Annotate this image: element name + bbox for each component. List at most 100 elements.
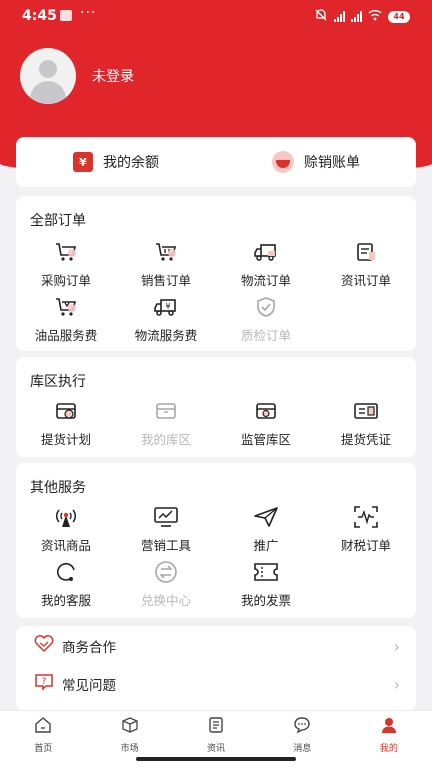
box-clock-icon	[54, 399, 78, 423]
home-indicator[interactable]	[136, 757, 296, 761]
tab-mine[interactable]: 我的	[346, 711, 432, 768]
order-logistics-fee[interactable]: ¥ 物流服务费	[116, 295, 216, 350]
service-news-goods[interactable]: 资讯商品	[16, 505, 116, 560]
service-tax-order[interactable]: 财税订单	[316, 505, 416, 560]
status-bar: 4:45 ··· 44	[0, 0, 432, 32]
doc-icon	[207, 716, 225, 738]
status-time: 4:45	[22, 8, 57, 24]
service-promote[interactable]: 推广	[216, 505, 316, 560]
tab-label: 消息	[293, 744, 312, 754]
profile-header[interactable]: 未登录	[20, 48, 134, 104]
supervised-warehouse-label: 监管库区	[240, 432, 291, 447]
tab-home[interactable]: 首页	[0, 711, 86, 768]
exchange-icon	[154, 560, 178, 584]
list-item-label: 商务合作	[62, 640, 116, 656]
bill-icon	[272, 151, 294, 173]
balance-card: ¥ 我的余额 赊销账单	[16, 137, 416, 187]
orders-title: 全部订单	[30, 213, 86, 229]
cart-icon	[154, 240, 178, 264]
headset-icon	[54, 560, 78, 584]
service-promote-label: 推广	[253, 538, 279, 553]
yen-icon: ¥	[73, 152, 93, 172]
order-quality-check-label: 质检订单	[240, 328, 291, 343]
mute-bell-icon	[314, 8, 328, 25]
shield-check-icon	[255, 295, 277, 319]
svg-text:?: ?	[42, 677, 47, 687]
chevron-right-icon: ›	[393, 674, 400, 694]
tab-label: 资讯	[207, 744, 226, 754]
warehouse-title: 库区执行	[30, 374, 86, 390]
warehouse-card: 库区执行 提货计划 我的库区 监管库区 提货凭证	[16, 357, 416, 457]
service-marketing[interactable]: 营销工具	[116, 505, 216, 560]
order-purchase-label: 采购订单	[40, 273, 91, 288]
my-balance-button[interactable]: ¥ 我的余额	[16, 152, 216, 172]
box-icon	[154, 399, 178, 423]
pickup-plan[interactable]: 提货计划	[16, 399, 116, 454]
order-quality-check[interactable]: 质检订单	[216, 295, 316, 350]
list-item-faq[interactable]: ? 常见问题 ›	[16, 666, 416, 702]
tab-label: 我的	[379, 744, 398, 754]
pickup-voucher-label: 提货凭证	[340, 432, 391, 447]
user-icon	[380, 716, 398, 738]
services-title: 其他服务	[30, 480, 86, 496]
service-exchange-center-label: 兑换中心	[140, 593, 191, 608]
credit-bill-button[interactable]: 赊销账单	[216, 151, 416, 173]
service-invoices[interactable]: 我的发票	[216, 560, 316, 615]
order-sales[interactable]: 销售订单	[116, 240, 216, 295]
my-warehouse-label: 我的库区	[140, 432, 191, 447]
order-oil-fee-label: 油品服务费	[34, 328, 98, 343]
cube-icon	[121, 716, 139, 738]
services-card: 其他服务 资讯商品 营销工具 推广 财税订单 我的客服 兑换中心 我的发票	[16, 463, 416, 618]
avatar-head	[39, 60, 57, 78]
avatar-body	[30, 81, 66, 104]
cart-icon	[54, 240, 78, 264]
truck-icon	[253, 240, 279, 264]
order-sales-label: 销售订单	[140, 273, 191, 288]
list-item-business-cooperation[interactable]: 商务合作 ›	[16, 628, 416, 664]
order-purchase[interactable]: 采购订单	[16, 240, 116, 295]
box-eye-icon	[254, 399, 278, 423]
pickup-plan-label: 提货计划	[40, 432, 91, 447]
monitor-chart-icon	[153, 505, 179, 529]
credit-bill-label: 赊销账单	[304, 155, 360, 171]
service-marketing-label: 营销工具	[140, 538, 191, 553]
cart-oil-icon	[54, 295, 78, 319]
scan-wave-icon	[353, 505, 379, 529]
menu-list: 商务合作 › ? 常见问题 ›	[16, 626, 416, 710]
service-invoices-label: 我的发票	[240, 593, 291, 608]
my-warehouse[interactable]: 我的库区	[116, 399, 216, 454]
tab-label: 市场	[120, 744, 139, 754]
wifi-icon	[368, 9, 382, 24]
battery-icon: 44	[388, 10, 410, 23]
voucher-icon	[353, 399, 379, 423]
tab-label: 首页	[34, 744, 53, 754]
order-news[interactable]: 资讯订单	[316, 240, 416, 295]
login-status[interactable]: 未登录	[92, 66, 134, 86]
chevron-right-icon: ›	[393, 636, 400, 656]
service-customer-support[interactable]: 我的客服	[16, 560, 116, 615]
list-item-label: 常见问题	[62, 678, 116, 694]
order-news-label: 资讯订单	[340, 273, 391, 288]
handshake-icon	[34, 635, 54, 657]
more-dots-icon: ···	[80, 5, 97, 21]
order-logistics-fee-label: 物流服务费	[134, 328, 198, 343]
notification-icon	[60, 10, 72, 21]
paper-plane-icon	[253, 505, 279, 529]
chat-icon	[293, 716, 311, 738]
news-doc-icon	[355, 240, 377, 264]
my-balance-label: 我的余额	[103, 155, 159, 171]
ticket-icon	[253, 560, 279, 584]
signal-icon-2	[351, 11, 362, 22]
svg-text:¥: ¥	[165, 302, 170, 311]
order-oil-fee[interactable]: 油品服务费	[16, 295, 116, 350]
pickup-voucher[interactable]: 提货凭证	[316, 399, 416, 454]
supervised-warehouse[interactable]: 监管库区	[216, 399, 316, 454]
signal-icon	[334, 11, 345, 22]
question-icon: ?	[34, 673, 54, 695]
avatar[interactable]	[20, 48, 76, 104]
service-customer-support-label: 我的客服	[40, 593, 91, 608]
order-logistics[interactable]: 物流订单	[216, 240, 316, 295]
service-exchange-center[interactable]: 兑换中心	[116, 560, 216, 615]
service-news-goods-label: 资讯商品	[40, 538, 91, 553]
broadcast-icon	[54, 505, 78, 529]
